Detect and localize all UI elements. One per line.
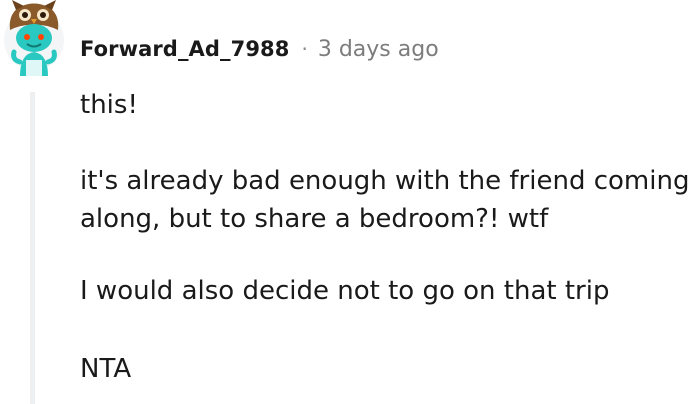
- comment-paragraph: NTA: [80, 354, 132, 384]
- comment-paragraph: this!: [80, 90, 138, 120]
- comment: Forward_Ad_7988 · 3 days ago this! it's …: [0, 0, 700, 404]
- thread-line[interactable]: [30, 92, 35, 404]
- comment-paragraph: it's already bad enough with the friend …: [80, 166, 690, 234]
- comment-body: this! it's already bad enough with the f…: [80, 86, 698, 388]
- timestamp-link[interactable]: 3 days ago: [318, 37, 439, 62]
- username-link[interactable]: Forward_Ad_7988: [80, 37, 289, 61]
- comment-paragraph: I would also decide not to go on that tr…: [80, 276, 610, 306]
- avatar[interactable]: [2, 0, 66, 76]
- comment-header: Forward_Ad_7988 · 3 days ago: [80, 34, 439, 64]
- meta-separator: ·: [301, 37, 308, 61]
- owl-snoo-avatar-icon: [4, 0, 64, 76]
